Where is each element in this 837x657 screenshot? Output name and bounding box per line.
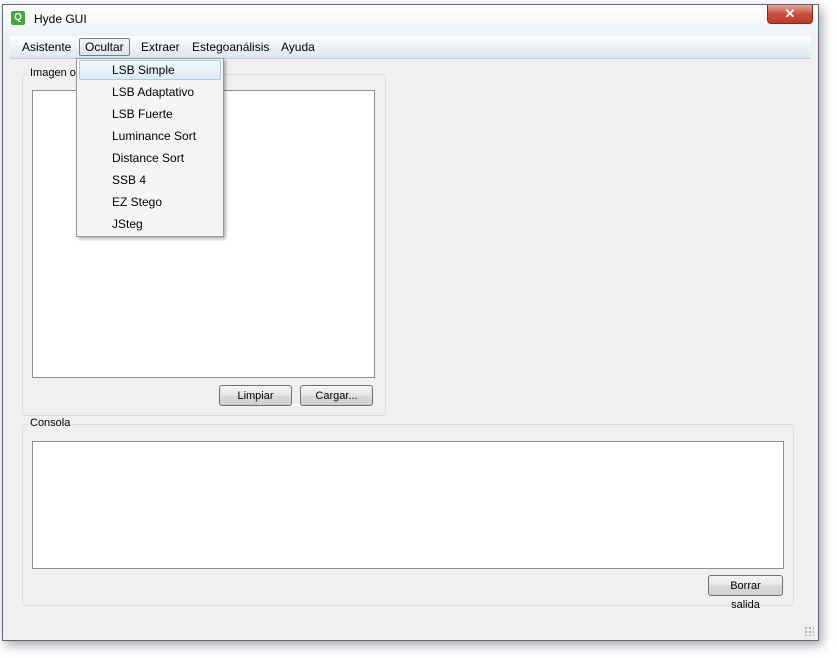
menu-item-lsb-adaptativo[interactable]: LSB Adaptativo: [79, 82, 221, 102]
menu-item-distance-sort[interactable]: Distance Sort: [79, 148, 221, 168]
menu-item-ez-stego[interactable]: EZ Stego: [79, 192, 221, 212]
menu-asistente[interactable]: Asistente: [16, 38, 77, 56]
close-icon: ✕: [784, 6, 796, 21]
menu-ayuda[interactable]: Ayuda: [275, 38, 321, 56]
menu-item-lsb-simple[interactable]: LSB Simple: [79, 60, 221, 80]
window-title: Hyde GUI: [34, 12, 87, 26]
menu-item-jsteg[interactable]: JSteg: [79, 214, 221, 234]
close-button[interactable]: ✕: [767, 5, 813, 24]
console-group-title: Consola: [28, 417, 73, 429]
menu-item-lsb-fuerte[interactable]: LSB Fuerte: [79, 104, 221, 124]
title-bar[interactable]: Q Hyde GUI: [3, 5, 818, 35]
load-button[interactable]: Cargar...: [300, 385, 373, 406]
image-group-title: Imagen o: [28, 67, 78, 79]
menu-ocultar[interactable]: Ocultar: [79, 38, 130, 56]
resize-grip-icon[interactable]: [804, 626, 814, 636]
menu-item-ssb4[interactable]: SSB 4: [79, 170, 221, 190]
menu-item-luminance-sort[interactable]: Luminance Sort: [79, 126, 221, 146]
clear-output-button[interactable]: Borrar salida: [708, 575, 783, 611]
clear-button[interactable]: Limpiar: [219, 385, 292, 406]
menu-estegoanalisis[interactable]: Estegoanálisis: [186, 38, 275, 56]
menu-bar: Asistente Ocultar Extraer Estegoanálisis…: [10, 36, 811, 59]
ocultar-dropdown-menu: LSB Simple LSB Adaptativo LSB Fuerte Lum…: [76, 58, 224, 237]
app-icon: Q: [11, 11, 25, 25]
console-output[interactable]: [32, 441, 784, 569]
menu-extraer[interactable]: Extraer: [135, 38, 186, 56]
